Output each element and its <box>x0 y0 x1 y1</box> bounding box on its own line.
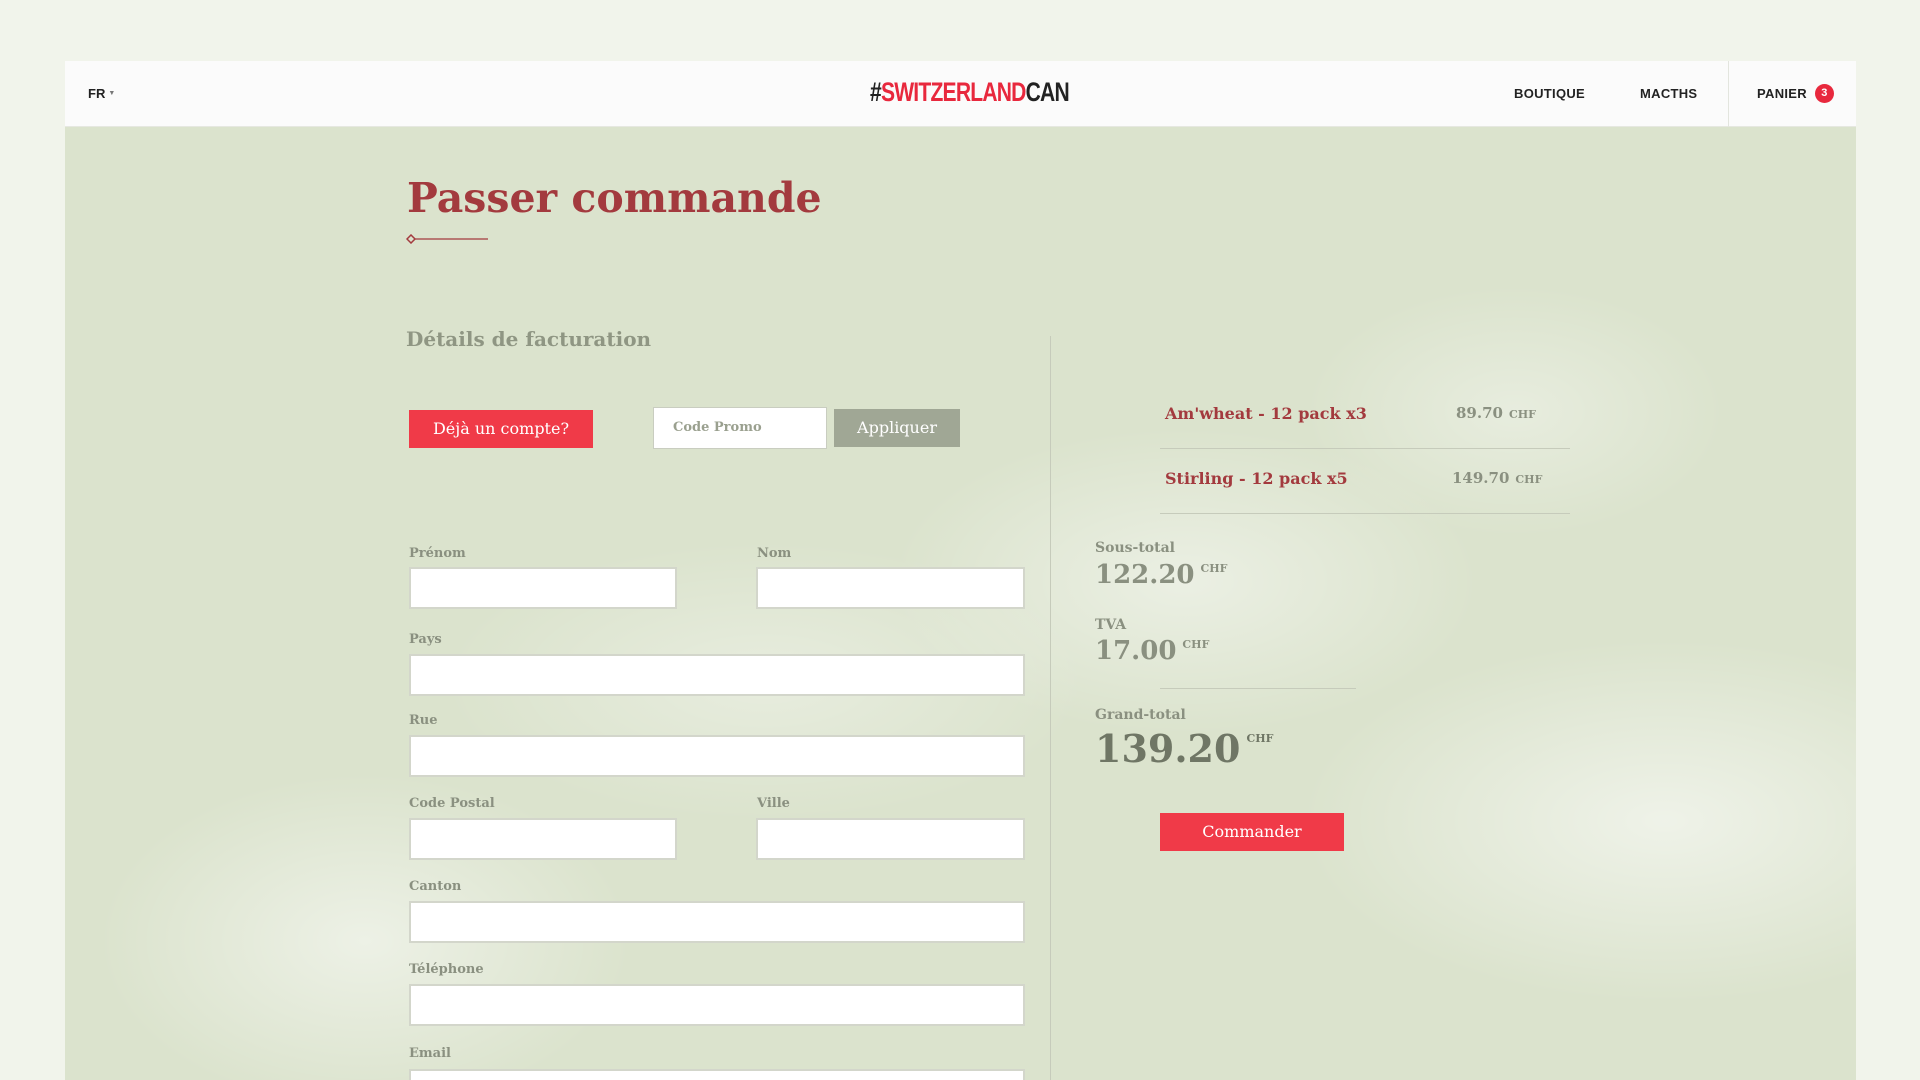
postal-code-label: Code Postal <box>409 796 495 811</box>
page-frame: FR ▼ #SWITZERLANDCAN BOUTIQUE MACTHS PAN… <box>65 61 1856 1080</box>
order-item-name: Am'wheat - 12 pack x3 <box>1165 404 1367 423</box>
phone-field[interactable] <box>409 984 1025 1026</box>
email-field[interactable] <box>409 1069 1025 1080</box>
phone-label: Téléphone <box>409 962 484 977</box>
country-field[interactable] <box>409 654 1025 696</box>
city-label: Ville <box>757 796 790 811</box>
canton-label: Canton <box>409 879 462 894</box>
subtotal-label: Sous-total <box>1095 540 1175 556</box>
postal-code-field[interactable] <box>409 818 677 860</box>
country-label: Pays <box>409 632 442 647</box>
first-name-field[interactable] <box>409 567 677 609</box>
title-underline-ornament <box>406 234 488 244</box>
apply-promo-button[interactable]: Appliquer <box>834 409 960 447</box>
promo-code-input[interactable]: Code Promo <box>653 407 827 449</box>
canton-field[interactable] <box>409 901 1025 943</box>
city-field[interactable] <box>756 818 1025 860</box>
first-name-label: Prénom <box>409 546 466 561</box>
street-label: Rue <box>409 713 438 728</box>
last-name-field[interactable] <box>756 567 1025 609</box>
grand-total-value: 139.20 CHF <box>1095 726 1274 771</box>
existing-account-button[interactable]: Déjà un compte? <box>409 410 593 448</box>
order-item-price: 149.70 CHF <box>1452 469 1543 487</box>
last-name-label: Nom <box>757 546 792 561</box>
column-divider <box>1050 336 1051 1080</box>
tva-label: TVA <box>1095 617 1127 633</box>
order-item-price: 89.70 CHF <box>1456 404 1536 422</box>
place-order-button[interactable]: Commander <box>1160 813 1344 851</box>
subtotal-value: 122.20 CHF <box>1095 560 1228 590</box>
order-item-name: Stirling - 12 pack x5 <box>1165 469 1348 488</box>
item-divider <box>1160 513 1570 514</box>
grand-total-label: Grand-total <box>1095 707 1186 723</box>
street-field[interactable] <box>409 735 1025 777</box>
tva-value: 17.00 CHF <box>1095 636 1210 666</box>
total-divider <box>1160 688 1356 689</box>
billing-heading: Détails de facturation <box>406 327 652 351</box>
page-title: Passer commande <box>407 174 822 222</box>
item-divider <box>1160 448 1570 449</box>
email-label: Email <box>409 1046 451 1061</box>
